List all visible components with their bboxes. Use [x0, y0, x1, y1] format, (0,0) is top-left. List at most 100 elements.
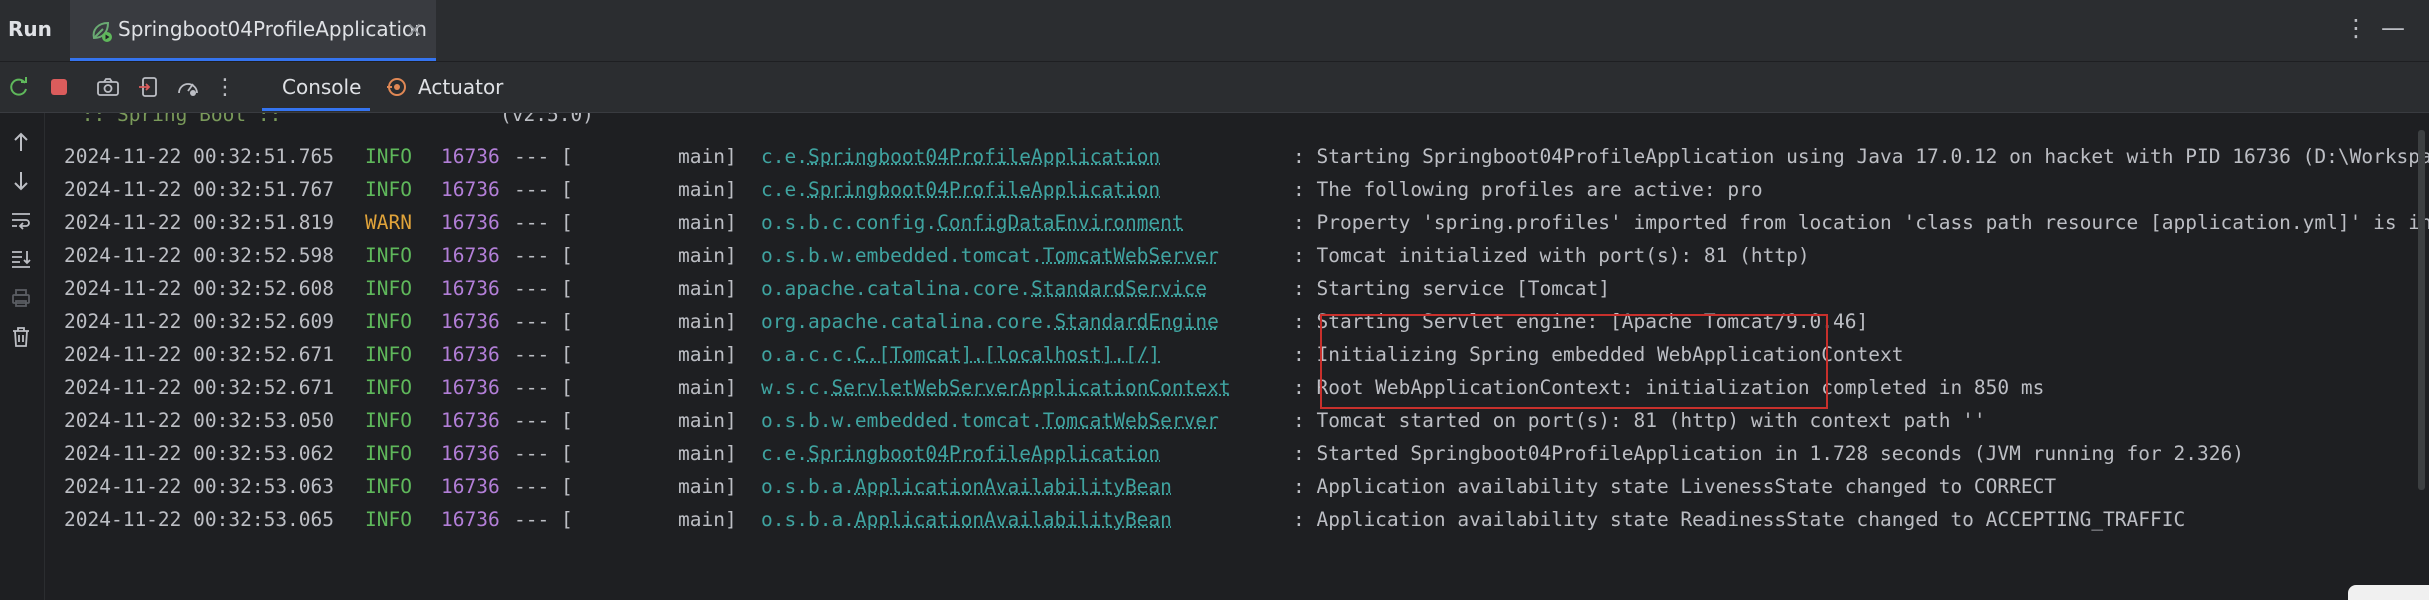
log-logger-package: o.s.b.a. — [761, 475, 855, 498]
log-logger-class-link[interactable]: ServletWebServerApplicationContext — [831, 376, 1230, 399]
log-logger: o.s.b.a.ApplicationAvailabilityBean — [761, 503, 1172, 536]
log-logger-package: org.apache.catalina.core. — [761, 310, 1055, 333]
arrow-down-icon[interactable] — [6, 166, 36, 196]
log-level: INFO — [365, 376, 412, 399]
tab-springboot04profileapplication[interactable]: Springboot04ProfileApplication × — [70, 0, 436, 61]
log-pid: 16736 — [441, 343, 500, 366]
log-timestamp: 2024-11-22 00:32:53.063 — [64, 475, 335, 498]
minimize-icon[interactable]: — — [2381, 14, 2405, 42]
log-level: INFO — [365, 310, 412, 333]
log-thread: main] — [678, 277, 737, 300]
spring-run-config-icon — [88, 18, 114, 44]
log-separator: --- [ — [514, 409, 573, 432]
log-logger-class-link[interactable]: Springboot04ProfileApplication — [808, 178, 1160, 201]
stop-icon[interactable] — [46, 74, 72, 100]
log-timestamp: 2024-11-22 00:32:52.671 — [64, 376, 335, 399]
log-separator: --- [ — [514, 376, 573, 399]
profiler-gauge-icon[interactable] — [175, 74, 201, 100]
log-pid: 16736 — [441, 277, 500, 300]
log-timestamp: 2024-11-22 00:32:51.819 — [64, 211, 335, 234]
log-separator: --- [ — [514, 442, 573, 465]
log-thread: main] — [678, 442, 737, 465]
log-level: INFO — [365, 178, 412, 201]
run-toolbar: ⋮ Console Actuator — [0, 62, 2429, 113]
log-logger-class-link[interactable]: StandardEngine — [1055, 310, 1219, 333]
log-thread: main] — [678, 475, 737, 498]
log-level: INFO — [365, 409, 412, 432]
log-logger: o.s.b.w.embedded.tomcat.TomcatWebServer — [761, 239, 1219, 272]
log-logger: c.e.Springboot04ProfileApplication — [761, 140, 1160, 173]
log-logger-class-link[interactable]: ApplicationAvailabilityBean — [855, 475, 1172, 498]
log-logger: o.a.c.c.C.[Tomcat].[localhost].[/] — [761, 338, 1160, 371]
log-logger-class-link[interactable]: TomcatWebServer — [1043, 409, 1219, 432]
log-logger-class-link[interactable]: TomcatWebServer — [1043, 244, 1219, 267]
log-logger-package: o.apache.catalina.core. — [761, 277, 1032, 300]
log-message: : Application availability state Livenes… — [1293, 475, 2057, 498]
log-logger: w.s.c.ServletWebServerApplicationContext — [761, 371, 1231, 404]
log-pid: 16736 — [441, 310, 500, 333]
log-logger-package: w.s.c. — [761, 376, 832, 399]
log-logger-class-link[interactable]: C.[Tomcat].[localhost].[/] — [855, 343, 1160, 366]
log-level: INFO — [365, 343, 412, 366]
spring-boot-banner: :: Spring Boot :: (v2.5.0) — [70, 113, 594, 126]
log-timestamp: 2024-11-22 00:32:52.608 — [64, 277, 335, 300]
console-sidebar — [0, 113, 45, 600]
tab-actuator[interactable]: Actuator — [418, 75, 503, 99]
log-thread: main] — [678, 376, 737, 399]
log-timestamp: 2024-11-22 00:32:53.065 — [64, 508, 335, 531]
banner-text: :: Spring Boot :: — [70, 113, 294, 126]
log-logger-package: o.a.c.c. — [761, 343, 855, 366]
log-logger-package: o.s.b.c.config. — [761, 211, 938, 234]
log-logger-class-link[interactable]: ConfigDataEnvironment — [937, 211, 1184, 234]
scroll-to-end-icon[interactable] — [6, 244, 36, 274]
trash-icon[interactable] — [6, 322, 36, 352]
corner-widget — [2348, 585, 2429, 600]
log-timestamp: 2024-11-22 00:32:52.609 — [64, 310, 335, 333]
log-pid: 16736 — [441, 442, 500, 465]
log-logger: o.s.b.w.embedded.tomcat.TomcatWebServer — [761, 404, 1219, 437]
tab-title: Springboot04ProfileApplication — [118, 17, 427, 41]
highlight-box — [1320, 314, 1828, 409]
log-logger: c.e.Springboot04ProfileApplication — [761, 173, 1160, 206]
exit-icon[interactable] — [135, 74, 161, 100]
log-logger-class-link[interactable]: StandardService — [1031, 277, 1207, 300]
log-thread: main] — [678, 178, 737, 201]
log-thread: main] — [678, 409, 737, 432]
more-options-icon[interactable]: ⋮ — [2344, 14, 2368, 42]
print-icon — [6, 283, 36, 313]
log-separator: --- [ — [514, 475, 573, 498]
log-logger-class-link[interactable]: Springboot04ProfileApplication — [808, 145, 1160, 168]
log-pid: 16736 — [441, 211, 500, 234]
soft-wrap-icon[interactable] — [6, 205, 36, 235]
tab-console[interactable]: Console — [282, 75, 361, 99]
log-logger-package: o.s.b.w.embedded.tomcat. — [761, 409, 1043, 432]
log-pid: 16736 — [441, 178, 500, 201]
rerun-icon[interactable] — [6, 74, 32, 100]
log-separator: --- [ — [514, 508, 573, 531]
log-separator: --- [ — [514, 145, 573, 168]
vertical-scrollbar[interactable] — [2418, 130, 2425, 490]
close-icon[interactable]: × — [406, 17, 423, 41]
log-timestamp: 2024-11-22 00:32:51.767 — [64, 178, 335, 201]
log-pid: 16736 — [441, 475, 500, 498]
log-timestamp: 2024-11-22 00:32:52.671 — [64, 343, 335, 366]
log-separator: --- [ — [514, 211, 573, 234]
log-message: : Starting Springboot04ProfileApplicatio… — [1293, 145, 2429, 168]
console-output[interactable]: :: Spring Boot :: (v2.5.0) 2024-11-22 00… — [46, 113, 2429, 600]
more-icon[interactable]: ⋮ — [212, 74, 238, 100]
log-logger-package: c.e. — [761, 178, 808, 201]
log-logger-class-link[interactable]: Springboot04ProfileApplication — [808, 442, 1160, 465]
log-level: INFO — [365, 442, 412, 465]
run-tool-window-header: Run Springboot04ProfileApplication × ⋮ — — [0, 0, 2429, 62]
log-thread: main] — [678, 244, 737, 267]
log-logger-package: c.e. — [761, 145, 808, 168]
log-logger-class-link[interactable]: ApplicationAvailabilityBean — [855, 508, 1172, 531]
arrow-up-icon[interactable] — [6, 127, 36, 157]
log-logger: c.e.Springboot04ProfileApplication — [761, 437, 1160, 470]
log-timestamp: 2024-11-22 00:32:53.062 — [64, 442, 335, 465]
log-logger-package: o.s.b.a. — [761, 508, 855, 531]
run-label: Run — [8, 17, 52, 41]
log-separator: --- [ — [514, 244, 573, 267]
log-logger-package: c.e. — [761, 442, 808, 465]
camera-icon[interactable] — [95, 74, 121, 100]
